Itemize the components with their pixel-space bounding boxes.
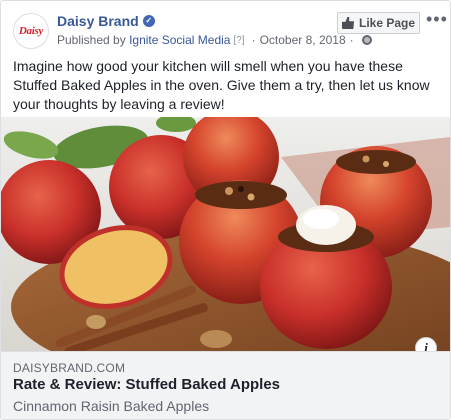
- thumbs-up-icon: [341, 17, 354, 29]
- publisher-link[interactable]: Ignite Social Media: [129, 33, 230, 47]
- avatar[interactable]: Daisy: [13, 13, 49, 49]
- link-title[interactable]: Rate & Review: Stuffed Baked Apples: [13, 376, 280, 393]
- published-by-label: Published by: [57, 33, 126, 47]
- meta-separator: ·: [251, 33, 256, 47]
- post-date-link[interactable]: October 8, 2018: [260, 33, 346, 47]
- help-icon[interactable]: [?]: [233, 35, 244, 46]
- like-page-button[interactable]: Like Page: [337, 12, 420, 34]
- link-preview[interactable]: DAISYBRAND.COM Rate & Review: Stuffed Ba…: [1, 351, 450, 419]
- post-image[interactable]: [1, 117, 450, 351]
- post-header: Daisy Daisy Brand ✓ Published by Ignite …: [1, 1, 450, 51]
- daisy-logo-icon: Daisy: [14, 14, 48, 48]
- like-page-label: Like Page: [358, 16, 416, 30]
- stuffed-apples-photo: [1, 117, 450, 351]
- link-description: Cinnamon Raisin Baked Apples: [13, 398, 210, 414]
- post-text: Imagine how good your kitchen will smell…: [13, 58, 430, 112]
- meta-separator-2: ·: [349, 33, 354, 47]
- verified-badge-icon: ✓: [142, 15, 155, 27]
- post-meta: Published by Ignite Social Media [?] · O…: [57, 33, 372, 47]
- facebook-post-card: Daisy Daisy Brand ✓ Published by Ignite …: [0, 0, 451, 420]
- page-name-row: Daisy Brand ✓: [57, 13, 155, 29]
- avatar-logo-text: Daisy: [18, 25, 44, 37]
- more-options-icon[interactable]: •••: [426, 10, 448, 28]
- page-name-link[interactable]: Daisy Brand: [57, 13, 139, 29]
- link-domain: DAISYBRAND.COM: [13, 361, 126, 375]
- globe-icon: [361, 35, 372, 45]
